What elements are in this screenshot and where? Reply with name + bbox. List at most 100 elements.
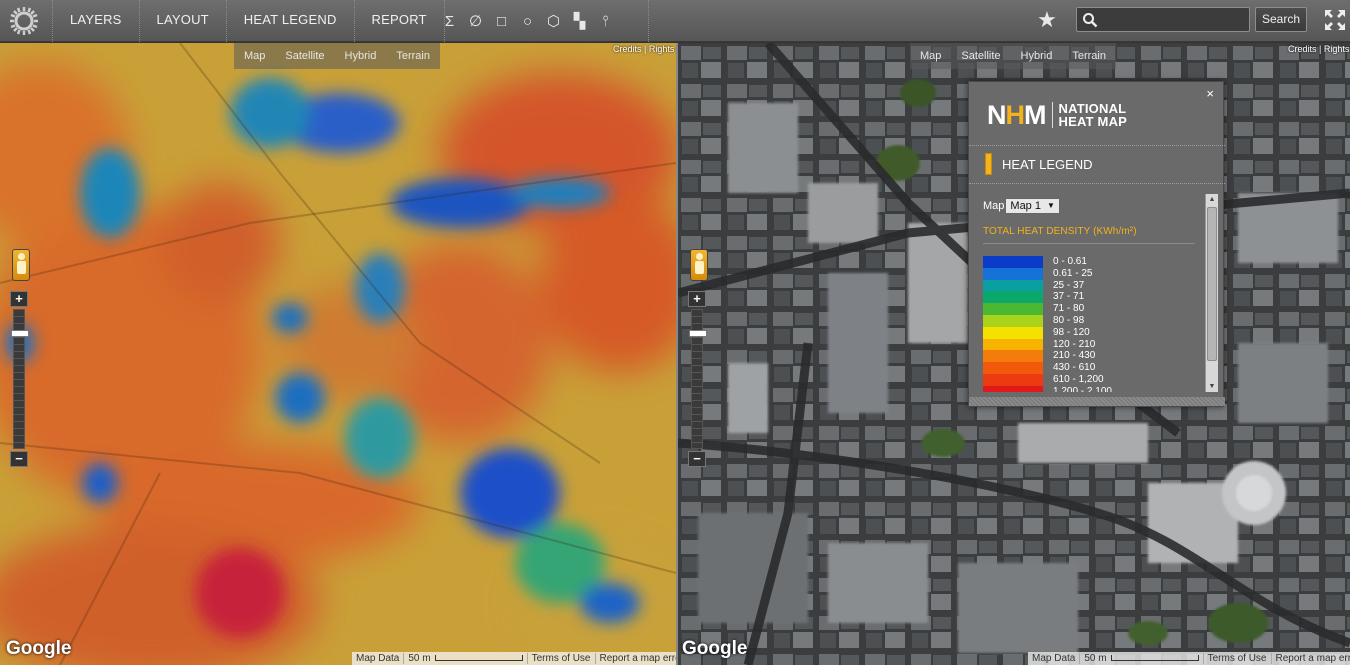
terms-of-use-link[interactable]: Terms of Use xyxy=(1202,653,1271,664)
chevron-down-icon: ▼ xyxy=(1046,201,1055,210)
scroll-up-icon[interactable]: ▲ xyxy=(1206,194,1218,205)
map-attribution-right: Map Data 50 m Terms of Use Report a map … xyxy=(1028,652,1350,665)
zoom-control-left: + − xyxy=(10,291,29,467)
heat-scale-row: 1,200 - 2,100 xyxy=(983,385,1112,392)
zoom-slider-handle[interactable] xyxy=(11,330,29,337)
map-type-map[interactable]: Map xyxy=(910,43,951,69)
nhm-logo: NHM NATIONAL HEAT MAP xyxy=(987,100,1127,130)
scale-bar: 50 m xyxy=(403,653,526,664)
search-input[interactable] xyxy=(1101,10,1246,29)
map-type-satellite[interactable]: Satellite xyxy=(275,43,334,69)
legend-accent-bar xyxy=(985,153,992,175)
report-map-error-link[interactable]: Report a map error xyxy=(594,653,676,664)
map-data-link[interactable]: Map Data xyxy=(352,653,403,664)
map-type-map[interactable]: Map xyxy=(234,43,275,69)
heat-scale-swatch xyxy=(983,326,1043,339)
scroll-thumb[interactable] xyxy=(1207,207,1217,361)
empty-set-icon[interactable]: ∅ xyxy=(467,13,484,30)
heat-scale-swatch xyxy=(983,314,1043,327)
zoom-slider-handle[interactable] xyxy=(689,330,707,337)
menu-layers[interactable]: LAYERS xyxy=(52,0,140,42)
menu-layout[interactable]: LAYOUT xyxy=(140,0,227,42)
report-map-error-link[interactable]: Report a map error xyxy=(1270,653,1350,664)
heat-scale-row: 25 - 37 xyxy=(983,279,1112,292)
scale-bar: 50 m xyxy=(1079,653,1202,664)
menu-heat-legend[interactable]: HEAT LEGEND xyxy=(227,0,355,42)
zoom-in-button[interactable]: + xyxy=(10,291,28,307)
heat-scale-row: 0 - 0.61 xyxy=(983,256,1112,268)
heat-scale-label: 210 - 430 xyxy=(1053,350,1096,362)
heat-scale-label: 120 - 210 xyxy=(1053,338,1096,350)
search-icon xyxy=(1083,13,1098,28)
map-select-row: Map Map 1 ▼ xyxy=(983,198,1060,214)
heat-scale-row: 120 - 210 xyxy=(983,338,1112,351)
rights-link[interactable]: Rights xyxy=(649,44,675,54)
zoom-slider[interactable] xyxy=(689,309,707,449)
map-type-hybrid[interactable]: Hybrid xyxy=(335,43,387,69)
google-logo: Google xyxy=(682,638,748,659)
favorite-star-icon[interactable]: ★ xyxy=(1034,7,1060,33)
search-field[interactable] xyxy=(1076,7,1250,32)
heat-legend-panel: × NHM NATIONAL HEAT MAP HEAT LEGEND Map … xyxy=(968,81,1225,407)
legend-title: HEAT LEGEND xyxy=(1002,156,1093,172)
heat-scale-swatch xyxy=(983,373,1043,386)
heat-scale-label: 0 - 0.61 xyxy=(1053,256,1087,267)
street-view-pegman-icon[interactable] xyxy=(12,249,30,281)
heat-scale-label: 37 - 71 xyxy=(1053,291,1085,303)
close-icon[interactable]: × xyxy=(1206,86,1214,101)
street-view-pegman-icon[interactable] xyxy=(690,249,708,281)
scroll-down-icon[interactable]: ▼ xyxy=(1206,381,1218,392)
zoom-in-button[interactable]: + xyxy=(688,291,706,307)
circle-icon[interactable]: ○ xyxy=(519,13,536,30)
heat-scale-row: 98 - 120 xyxy=(983,326,1112,339)
rectangle-icon[interactable]: □ xyxy=(493,13,510,30)
hierarchy-icon[interactable]: ⫯ xyxy=(597,13,614,30)
heat-scale-swatch xyxy=(983,267,1043,280)
map-type-hybrid[interactable]: Hybrid xyxy=(1011,43,1063,69)
map-type-terrain[interactable]: Terrain xyxy=(1062,43,1116,69)
rights-link[interactable]: Rights xyxy=(1324,44,1350,54)
credits-left: Credits | Rights xyxy=(613,44,675,54)
map-type-satellite[interactable]: Satellite xyxy=(951,43,1010,69)
credits-link[interactable]: Credits xyxy=(613,44,642,54)
heat-scale-row: 210 - 430 xyxy=(983,350,1112,363)
credits-right: Credits | Rights xyxy=(1288,44,1350,54)
credits-link[interactable]: Credits xyxy=(1288,44,1317,54)
map-select-label: Map xyxy=(983,200,1005,212)
nhm-logo-mark: NHM xyxy=(987,100,1046,130)
heat-scale-row: 80 - 98 xyxy=(983,314,1112,327)
zoom-out-button[interactable]: − xyxy=(688,451,706,467)
app-logo-icon[interactable] xyxy=(8,5,40,37)
legend-scrollbar[interactable]: ▲ ▼ xyxy=(1205,194,1218,392)
map-type-terrain[interactable]: Terrain xyxy=(386,43,440,69)
heat-map-pane[interactable]: Map Satellite Hybrid Terrain Credits | R… xyxy=(0,43,676,665)
heat-scale-swatch xyxy=(983,256,1043,268)
map-select-dropdown[interactable]: Map 1 ▼ xyxy=(1005,198,1060,214)
heat-scale-label: 80 - 98 xyxy=(1053,314,1085,326)
map-data-link[interactable]: Map Data xyxy=(1028,653,1079,664)
search-button[interactable]: Search xyxy=(1255,7,1307,32)
heat-scale-row: 0.61 - 25 xyxy=(983,267,1112,280)
heat-scale-label: 71 - 80 xyxy=(1053,303,1085,315)
heat-scale-list: 0 - 0.61 0.61 - 25 25 - 37 37 - 71 71 - 80 80… xyxy=(983,256,1112,392)
heat-scale-swatch xyxy=(983,291,1043,304)
heat-scale-row: 610 - 1,200 xyxy=(983,373,1112,386)
heat-scale-row: 430 - 610 xyxy=(983,362,1112,374)
heat-scale-swatch xyxy=(983,350,1043,363)
legend-heading: HEAT LEGEND xyxy=(985,153,1093,175)
map-attribution-left: Map Data 50 m Terms of Use Report a map … xyxy=(352,652,676,665)
heat-scale-swatch xyxy=(983,338,1043,351)
hexagon-icon[interactable]: ⬡ xyxy=(545,13,562,30)
heat-scale-row: 37 - 71 xyxy=(983,291,1112,304)
zoom-out-button[interactable]: − xyxy=(10,451,28,467)
terms-of-use-link[interactable]: Terms of Use xyxy=(526,653,595,664)
heat-scale-swatch xyxy=(983,385,1043,392)
heat-scale-label: 1,200 - 2,100 xyxy=(1053,385,1112,392)
heat-scale-swatch xyxy=(983,279,1043,292)
zoom-slider[interactable] xyxy=(11,309,29,449)
checkerboard-icon[interactable]: ▚ xyxy=(571,13,588,30)
google-logo: Google xyxy=(6,638,72,659)
sum-icon[interactable]: Σ xyxy=(441,13,458,30)
main-menu: LAYERS LAYOUT HEAT LEGEND REPORT xyxy=(52,0,445,42)
fullscreen-icon[interactable] xyxy=(1324,9,1346,31)
